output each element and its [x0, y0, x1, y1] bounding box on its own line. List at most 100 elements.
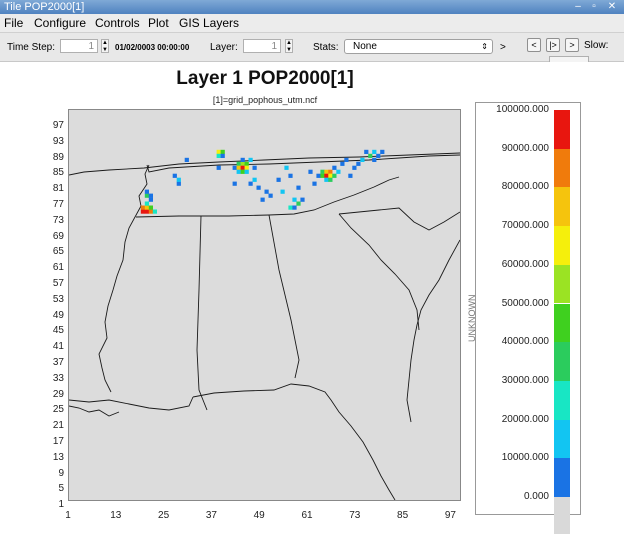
heatmap-cell [244, 169, 249, 174]
y-tick-label: 77 [52, 199, 64, 210]
play-button[interactable]: |> [546, 38, 560, 52]
step-back-button[interactable]: < [527, 38, 541, 52]
time-step-label: Time Step: [7, 42, 55, 53]
heatmap-cell [344, 157, 349, 162]
heatmap-cell [320, 169, 325, 174]
heatmap-cell [144, 201, 149, 206]
y-tick-label: 65 [52, 246, 64, 258]
legend-color-cell [554, 419, 570, 459]
y-tick-label: 81 [52, 183, 64, 195]
y-tick-label: 89 [52, 151, 64, 163]
heatmap-cell [236, 161, 241, 166]
state-boundaries [68, 152, 461, 501]
heatmap-cell [324, 173, 329, 178]
y-tick-label: 17 [52, 436, 64, 447]
heatmap-cell [220, 149, 225, 154]
heatmap-cell [148, 209, 153, 214]
heatmap-cell [172, 173, 177, 178]
legend-label: 0.000 [523, 491, 549, 502]
legend-label: 100000.000 [496, 104, 549, 115]
time-step-spinner[interactable]: ▲ ▼ [101, 39, 109, 53]
heatmap-cell [148, 205, 153, 210]
legend-color-cell [554, 497, 570, 534]
heatmap-cell [264, 189, 269, 194]
heatmap-cell [372, 149, 377, 154]
heatmap-cell [144, 189, 149, 194]
heatmap-cell [352, 165, 357, 170]
y-tick-label: 57 [52, 278, 64, 289]
legend-color-cell [554, 187, 570, 227]
heatmap-cell [324, 169, 329, 174]
heatmap-cell [220, 153, 225, 158]
plot-panel: Layer 1 POP2000[1] [1]=grid_pophous_utm.… [0, 62, 624, 534]
heatmap-cell [248, 181, 253, 186]
menu-controls[interactable]: Controls [95, 16, 140, 30]
heatmap-cell [244, 165, 249, 170]
minimize-icon[interactable]: – [572, 1, 584, 12]
slow-label: Slow: [584, 40, 609, 51]
heatmap-cell [232, 165, 237, 170]
heatmap-cell [184, 157, 189, 162]
map-area[interactable] [68, 109, 461, 501]
layer-spinner[interactable]: ▲ ▼ [285, 39, 293, 53]
heatmap-cell [240, 157, 245, 162]
heatmap-cell [268, 193, 273, 198]
menu-plot[interactable]: Plot [148, 16, 169, 30]
heatmap-cell [368, 153, 373, 158]
stats-label: Stats: [313, 42, 339, 53]
heatmap-cell [248, 157, 253, 162]
heatmap-cell [252, 177, 257, 182]
y-tick-label: 1 [58, 499, 64, 511]
heatmap-cell [280, 189, 285, 194]
stats-more-arrow[interactable]: > [500, 42, 506, 53]
heatmap-cell [276, 177, 281, 182]
heatmap-cell [324, 177, 329, 182]
menu-configure[interactable]: Configure [34, 16, 86, 30]
heatmap-cell [380, 149, 385, 154]
y-tick-label: 37 [52, 357, 64, 368]
stats-select-value: None [353, 41, 377, 52]
heatmap-cell [144, 205, 149, 210]
heatmap-cell [328, 177, 333, 182]
stats-select[interactable]: None ⇕ [344, 39, 493, 54]
heatmap-cell [176, 181, 181, 186]
heatmap-cell [364, 149, 369, 154]
heatmap-cell [308, 169, 313, 174]
legend-label: 70000.000 [501, 220, 549, 232]
menu-bar: File Configure Controls Plot GIS Layers [0, 14, 624, 33]
y-tick-label: 13 [52, 451, 64, 463]
y-tick-label: 21 [52, 420, 64, 432]
window-title: Tile POP2000[1] [4, 1, 85, 13]
heatmap-cell [348, 173, 353, 178]
legend-color-cell [554, 458, 570, 497]
x-tick-label: 85 [397, 510, 409, 521]
datetime-display: 01/02/0003 00:00:00 [115, 43, 190, 52]
heatmap-cell [356, 161, 361, 166]
heatmap-cell [312, 181, 317, 186]
menu-file[interactable]: File [4, 16, 23, 30]
maximize-icon[interactable]: ▫ [588, 1, 600, 12]
time-step-field[interactable]: 1 [60, 39, 98, 53]
step-forward-button[interactable]: > [565, 38, 579, 52]
layer-field[interactable]: 1 [243, 39, 281, 53]
heatmap-cell [288, 205, 293, 210]
heatmap-cell [320, 173, 325, 178]
legend-color-cell [554, 110, 570, 149]
heatmap-cell [240, 169, 245, 174]
heatmap-cell [332, 165, 337, 170]
heatmap-cell [296, 185, 301, 190]
heatmap-cell [256, 185, 261, 190]
select-chevron-icon: ⇕ [481, 42, 488, 51]
y-tick-label: 25 [52, 404, 64, 416]
toolbar: Time Step: 1 ▲ ▼ 01/02/0003 00:00:00 Laye… [0, 33, 624, 62]
legend-color-cell [554, 380, 570, 420]
x-tick-label: 49 [253, 510, 265, 521]
heatmap-cell [340, 161, 345, 166]
heatmap-cell [328, 169, 333, 174]
menu-gis-layers[interactable]: GIS Layers [179, 16, 239, 30]
plot-title: Layer 1 POP2000[1] [176, 68, 354, 89]
heatmap-cell [360, 157, 365, 162]
close-icon[interactable]: ✕ [606, 1, 618, 12]
legend-label: 10000.000 [501, 452, 549, 464]
window-titlebar: Tile POP2000[1] – ▫ ✕ [0, 0, 624, 14]
